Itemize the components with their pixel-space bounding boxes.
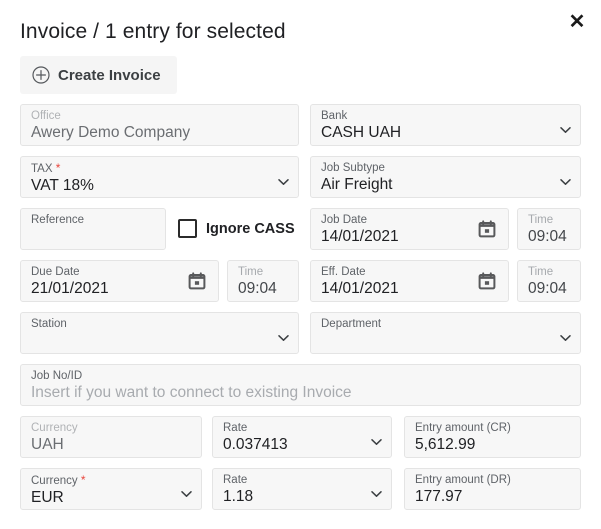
currency-cr-label: Currency — [31, 422, 78, 434]
ignore-cass-label: Ignore CASS — [206, 220, 295, 237]
tax-label: TAX * — [31, 161, 61, 175]
entry-amount-cr-label: Entry amount (CR) — [415, 422, 511, 434]
entry-amount-cr-value: 5,612.99 — [415, 436, 476, 453]
dialog-header: Invoice / 1 entry for selected — [20, 10, 589, 54]
entry-amount-cr-field[interactable]: Entry amount (CR) 5,612.99 — [404, 416, 581, 458]
entry-amount-dr-field[interactable]: Entry amount (DR) 177.97 — [404, 468, 581, 510]
currency-cr-field: Currency UAH — [20, 416, 202, 458]
currency-cr-value: UAH — [31, 436, 64, 453]
department-field[interactable]: Department — [310, 312, 581, 354]
office-value: Awery Demo Company — [31, 124, 191, 141]
currency-dr-label: Currency * — [31, 473, 86, 487]
required-asterisk: * — [55, 161, 61, 175]
job-date-label: Job Date — [321, 214, 368, 226]
rate-cr-label: Rate — [223, 422, 248, 434]
job-date-field[interactable]: Job Date 14/01/2021 — [310, 208, 509, 250]
due-date-label: Due Date — [31, 266, 80, 278]
department-label: Department — [321, 318, 382, 330]
create-invoice-label: Create Invoice — [58, 66, 161, 84]
entry-amount-dr-label: Entry amount (DR) — [415, 474, 511, 486]
station-field[interactable]: Station — [20, 312, 299, 354]
reference-field[interactable]: Reference — [20, 208, 166, 250]
tax-field[interactable]: TAX * VAT 18% — [20, 156, 299, 198]
due-time-value: 09:04 — [238, 280, 277, 297]
checkbox-icon — [178, 219, 197, 238]
eff-time-field: Time 09:04 — [517, 260, 581, 302]
ignore-cass-checkbox[interactable]: Ignore CASS — [178, 219, 295, 238]
rate-dr-field[interactable]: Rate 1.18 — [212, 468, 392, 510]
currency-dr-field[interactable]: Currency * EUR — [20, 468, 202, 510]
due-time-label: Time — [238, 266, 264, 278]
office-label: Office — [31, 110, 61, 122]
rate-dr-label: Rate — [223, 474, 248, 486]
eff-time-value: 09:04 — [528, 280, 567, 297]
job-time-value: 09:04 — [528, 228, 567, 245]
station-label: Station — [31, 318, 67, 330]
currency-dr-value: EUR — [31, 489, 64, 506]
reference-label: Reference — [31, 214, 85, 226]
eff-time-label: Time — [528, 266, 554, 278]
rate-cr-value: 0.037413 — [223, 436, 288, 453]
rate-cr-field[interactable]: Rate 0.037413 — [212, 416, 392, 458]
page-title: Invoice / 1 entry for selected — [20, 20, 286, 43]
entry-amount-dr-value: 177.97 — [415, 488, 463, 505]
job-no-id-label: Job No/ID — [31, 370, 83, 382]
eff-date-value: 14/01/2021 — [321, 280, 399, 297]
job-subtype-field[interactable]: Job Subtype Air Freight — [310, 156, 581, 198]
circle-plus-icon — [32, 66, 50, 84]
job-subtype-value: Air Freight — [321, 176, 393, 193]
close-icon[interactable]: ✕ — [561, 6, 593, 38]
job-time-field: Time 09:04 — [517, 208, 581, 250]
due-date-field[interactable]: Due Date 21/01/2021 — [20, 260, 219, 302]
job-no-id-field[interactable]: Job No/ID Insert if you want to connect … — [20, 364, 581, 406]
eff-date-field[interactable]: Eff. Date 14/01/2021 — [310, 260, 509, 302]
bank-value: CASH UAH — [321, 124, 402, 141]
job-subtype-label: Job Subtype — [321, 162, 385, 174]
job-date-value: 14/01/2021 — [321, 228, 399, 245]
eff-date-label: Eff. Date — [321, 266, 366, 278]
bank-field[interactable]: Bank CASH UAH — [310, 104, 581, 146]
bank-label: Bank — [321, 110, 348, 122]
job-time-label: Time — [528, 214, 554, 226]
office-field: Office Awery Demo Company — [20, 104, 299, 146]
tax-value: VAT 18% — [31, 177, 94, 194]
invoice-dialog: Invoice / 1 entry for selected ✕ Create … — [0, 0, 601, 529]
job-no-id-placeholder: Insert if you want to connect to existin… — [31, 384, 352, 401]
due-date-value: 21/01/2021 — [31, 280, 109, 297]
create-invoice-button[interactable]: Create Invoice — [20, 56, 177, 94]
rate-dr-value: 1.18 — [223, 488, 254, 505]
required-asterisk: * — [80, 473, 86, 487]
due-time-field: Time 09:04 — [227, 260, 299, 302]
